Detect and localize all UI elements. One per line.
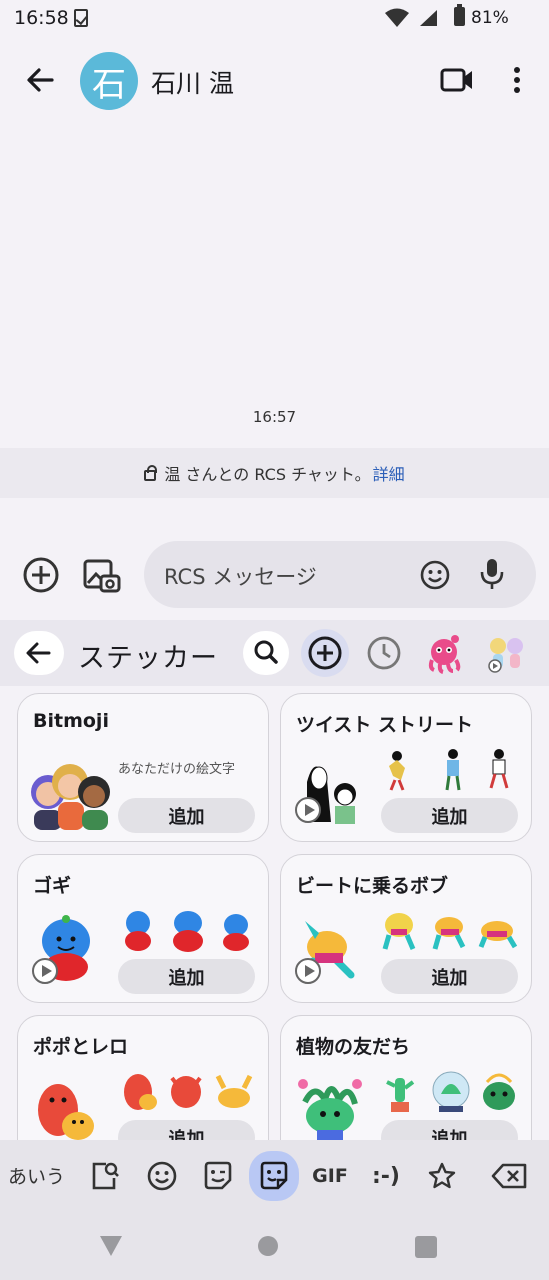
add-sticker-pack-tab[interactable] (301, 629, 349, 677)
sticker-pack-tab-cats[interactable] (484, 632, 528, 674)
more-vert-icon (514, 67, 520, 93)
sticker-back-button[interactable] (14, 631, 64, 675)
sticker-pack-card[interactable]: 植物の友だち 追加 (280, 1015, 532, 1140)
play-preview-icon[interactable] (32, 958, 58, 984)
search-icon (254, 640, 278, 664)
battery-percentage: 81% (471, 8, 509, 28)
message-input[interactable]: RCS メッセージ (144, 541, 536, 608)
lock-icon (144, 464, 158, 481)
arrow-left-icon (27, 68, 54, 92)
smiley-icon (147, 1161, 177, 1191)
popo-lero-preview-image (38, 1084, 94, 1140)
backspace-icon (491, 1163, 527, 1189)
clipboard-check-icon (74, 9, 88, 27)
sticker-pack-title: ゴギ (33, 875, 72, 897)
bob-stickers-image (382, 913, 518, 950)
sticker-pack-card[interactable]: ゴギ 追加 (17, 854, 269, 1003)
gogi-stickers-image (125, 911, 249, 952)
nav-back-icon[interactable] (99, 1235, 123, 1257)
sticker-face-icon (204, 1161, 232, 1190)
plant-friends-stickers-image (386, 1071, 515, 1112)
play-preview-icon[interactable] (295, 797, 321, 823)
status-time: 16:58 (14, 7, 69, 29)
nav-home-button[interactable] (258, 1236, 278, 1256)
emoji-kitchen-button[interactable] (196, 1154, 240, 1198)
video-call-button[interactable] (440, 66, 474, 94)
keyboard-toolbar: あいう GIF :-) (0, 1140, 549, 1212)
clipboard-search-icon (92, 1162, 119, 1190)
emoji-tab-button[interactable] (140, 1154, 184, 1198)
clock-icon (367, 636, 401, 670)
video-camera-icon (440, 68, 472, 92)
battery-icon (454, 4, 465, 26)
sticker-pack-title: ツイスト ストリート (296, 714, 474, 736)
rcs-banner-text: 温 さんとの RCS チャット。 (164, 465, 371, 484)
add-attachment-button[interactable] (22, 556, 60, 594)
twist-street-stickers-image (389, 749, 509, 791)
sticker-icon (260, 1161, 288, 1190)
rcs-chat-banner: 温 さんとの RCS チャット。 詳細 (0, 448, 549, 498)
back-button[interactable] (22, 62, 58, 98)
sticker-panel-header: ステッカー (0, 620, 549, 686)
contact-name[interactable]: 石川 温 (151, 64, 234, 100)
sticker-pack-grid: Bitmoji あなただけの絵文字 追加 ツイスト ストリート 追加 ゴギ 追加… (0, 686, 549, 1140)
sticker-tab-button-active[interactable] (249, 1151, 299, 1201)
avatar[interactable]: 石 (80, 52, 138, 110)
message-placeholder: RCS メッセージ (164, 565, 317, 589)
sticker-pack-subtitle: あなただけの絵文字 (118, 762, 236, 777)
add-sticker-pack-button[interactable]: 追加 (118, 798, 255, 833)
message-timestamp: 16:57 (252, 408, 297, 426)
sticker-panel-title: ステッカー (78, 643, 218, 674)
add-sticker-pack-button[interactable]: 追加 (381, 959, 518, 994)
signal-icon (420, 10, 437, 26)
microphone-icon (480, 559, 504, 589)
add-circle-icon (23, 557, 59, 593)
arrow-left-icon (26, 642, 51, 664)
popo-lero-stickers-image (124, 1074, 253, 1110)
sticker-pack-card[interactable]: ツイスト ストリート 追加 (280, 693, 532, 842)
clipboard-search-button[interactable] (82, 1154, 126, 1198)
sticker-pack-title: Bitmoji (33, 710, 109, 732)
more-options-button[interactable] (505, 62, 529, 98)
nav-recents-button[interactable] (415, 1236, 437, 1258)
sticker-pack-card[interactable]: Bitmoji あなただけの絵文字 追加 (17, 693, 269, 842)
rcs-details-link[interactable]: 詳細 (373, 461, 405, 485)
smiley-icon (420, 560, 450, 590)
sticker-search-button[interactable] (243, 631, 289, 675)
bitmoji-avatars-image (31, 764, 110, 830)
add-sticker-pack-button[interactable]: 追加 (381, 798, 518, 833)
add-sticker-pack-button[interactable]: 追加 (381, 1120, 518, 1140)
kana-keyboard-button[interactable]: あいう (8, 1162, 65, 1189)
sticker-pack-card[interactable]: ビートに乗るボブ 追加 (280, 854, 532, 1003)
add-sticker-pack-button[interactable]: 追加 (118, 959, 255, 994)
favorites-tab-button[interactable] (420, 1154, 464, 1198)
emoji-button[interactable] (419, 559, 451, 591)
sticker-pack-tab-octopus[interactable] (424, 632, 464, 674)
gallery-camera-icon (83, 559, 121, 593)
play-preview-icon[interactable] (295, 958, 321, 984)
backspace-button[interactable] (488, 1154, 532, 1198)
cat-friends-icon (488, 638, 523, 673)
pink-octopus-icon (428, 635, 461, 674)
gif-tab-button[interactable]: GIF (308, 1154, 352, 1198)
star-icon (428, 1162, 456, 1189)
sticker-pack-title: ポポとレロ (33, 1036, 129, 1058)
sticker-pack-card[interactable]: ポポとレロ 追加 (17, 1015, 269, 1140)
emoticon-tab-button[interactable]: :-) (364, 1154, 408, 1198)
voice-input-button[interactable] (478, 557, 506, 591)
add-circle-icon (308, 636, 342, 670)
system-nav-bar (0, 1212, 549, 1280)
status-bar: 16:58 81% (0, 0, 549, 38)
recent-stickers-tab[interactable] (366, 635, 402, 671)
sticker-pack-title: 植物の友だち (296, 1036, 411, 1058)
add-sticker-pack-button[interactable]: 追加 (118, 1120, 255, 1140)
plant-friends-preview-image (298, 1079, 362, 1140)
wifi-icon (385, 8, 409, 27)
sticker-pack-title: ビートに乗るボブ (296, 875, 449, 897)
gallery-camera-button[interactable] (82, 556, 122, 596)
